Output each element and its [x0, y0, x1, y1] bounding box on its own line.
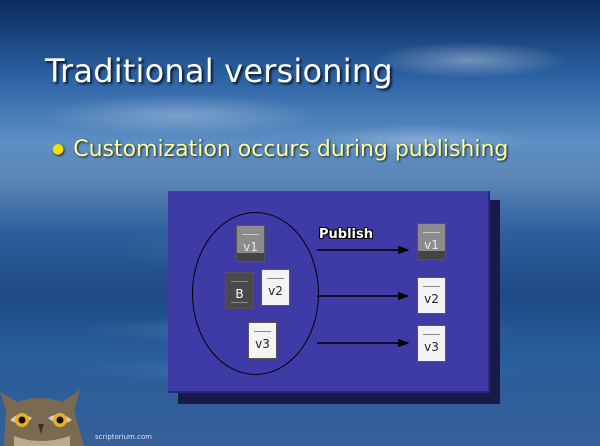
output-doc-v3: v3: [417, 325, 446, 362]
owl-logo: [0, 390, 84, 446]
slide: Traditional versioning ● Customization oc…: [0, 0, 600, 446]
slide-title: Traditional versioning: [45, 52, 393, 90]
output-doc-v1-label: v1: [424, 238, 439, 252]
bullet-text: Customization occurs during publishing: [73, 137, 509, 162]
output-doc-v3-label: v3: [424, 340, 439, 354]
versioning-diagram: v1 B v2 v3 Publish v1 v2 v3: [168, 191, 490, 393]
footer-source: scriptorium.com: [95, 433, 153, 441]
bullet-item: ● Customization occurs during publishing: [52, 137, 508, 162]
output-doc-v2: v2: [417, 277, 446, 314]
output-doc-v1: v1: [417, 223, 446, 260]
output-doc-v2-label: v2: [424, 292, 439, 306]
bullet-dot-icon: ●: [52, 141, 65, 157]
